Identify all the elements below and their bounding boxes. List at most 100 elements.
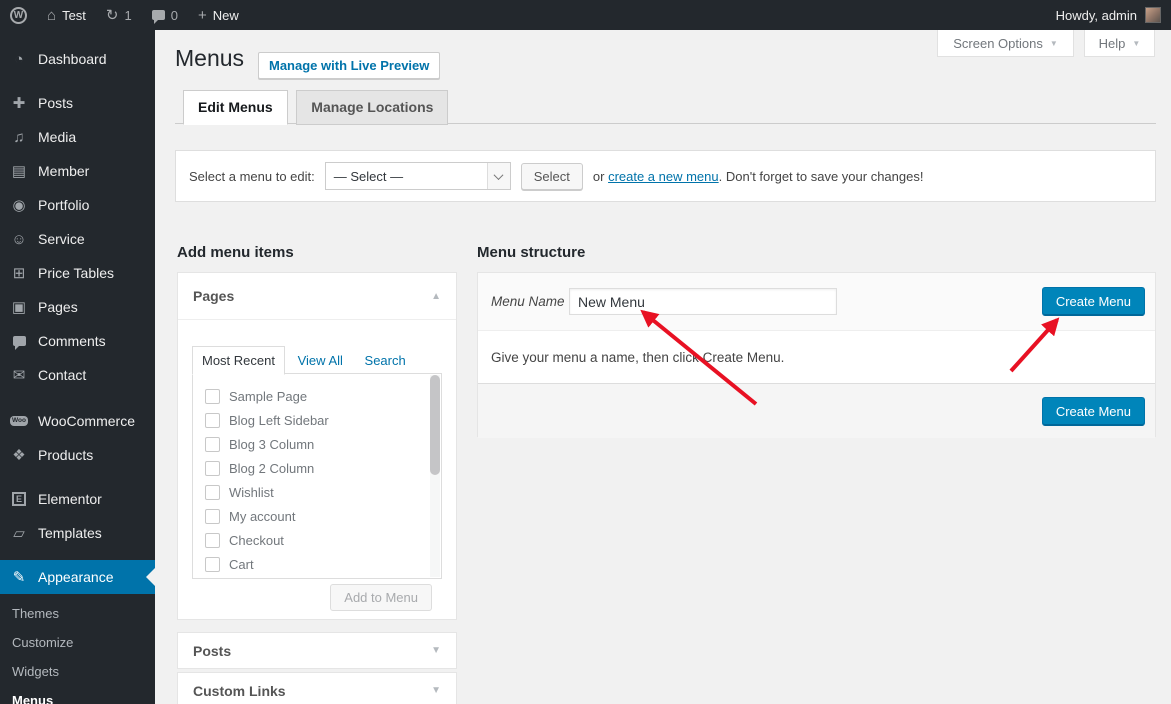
sidebar-item-templates[interactable]: ▱ Templates bbox=[0, 516, 155, 550]
sidebar-item-label: Appearance bbox=[38, 569, 114, 585]
or-text: or create a new menu. Don't forget to sa… bbox=[593, 169, 924, 184]
sidebar-item-label: Templates bbox=[38, 525, 102, 541]
save-reminder-text: . Don't forget to save your changes! bbox=[719, 169, 924, 184]
admin-sidebar: ◔ Dashboard ✚ Posts ♫ Media ▤ Member ◉ P… bbox=[0, 30, 155, 704]
submenu-item-customize[interactable]: Customize bbox=[0, 628, 155, 657]
custom-links-panel: Custom Links ▼ bbox=[177, 672, 457, 704]
wordpress-logo-icon: W bbox=[10, 7, 27, 24]
create-menu-button-top[interactable]: Create Menu bbox=[1042, 287, 1145, 316]
envelope-icon: ✉ bbox=[9, 366, 29, 384]
menu-actions-footer: Create Menu bbox=[478, 383, 1155, 438]
sidebar-item-comments[interactable]: Comments bbox=[0, 324, 155, 358]
posts-panel: Posts ▼ bbox=[177, 632, 457, 669]
manage-with-live-preview-button[interactable]: Manage with Live Preview bbox=[258, 52, 440, 79]
sidebar-item-products[interactable]: ❖ Products bbox=[0, 438, 155, 472]
nav-tabs: Edit Menus Manage Locations bbox=[175, 90, 1156, 124]
woocommerce-icon: Woo bbox=[9, 416, 29, 427]
my-account-menu[interactable]: Howdy, admin bbox=[1056, 0, 1171, 30]
sidebar-item-label: Price Tables bbox=[38, 265, 114, 281]
tab-most-recent[interactable]: Most Recent bbox=[192, 346, 285, 375]
submenu-item-themes[interactable]: Themes bbox=[0, 599, 155, 628]
sidebar-item-service[interactable]: ☺ Service bbox=[0, 222, 155, 256]
site-name-label: Test bbox=[62, 8, 86, 23]
page-item-label: Wishlist bbox=[229, 485, 274, 500]
sidebar-item-label: Comments bbox=[38, 333, 106, 349]
checkbox-sample-page[interactable] bbox=[205, 389, 220, 404]
help-button[interactable]: Help ▼ bbox=[1084, 30, 1155, 57]
page-item-label: Blog 3 Column bbox=[229, 437, 314, 452]
chevron-up-icon: ▲ bbox=[431, 291, 441, 302]
sidebar-item-label: WooCommerce bbox=[38, 413, 135, 429]
sidebar-item-appearance[interactable]: ✎ Appearance bbox=[0, 560, 155, 594]
custom-links-panel-title: Custom Links bbox=[193, 683, 286, 699]
page-item-label: Checkout bbox=[229, 533, 284, 548]
screen-options-label: Screen Options bbox=[953, 36, 1043, 51]
comments-bubble-icon bbox=[9, 336, 29, 346]
custom-links-panel-header[interactable]: Custom Links ▼ bbox=[178, 673, 456, 704]
pages-icon: ▣ bbox=[9, 298, 29, 316]
tab-manage-locations[interactable]: Manage Locations bbox=[296, 90, 448, 125]
create-new-menu-link[interactable]: create a new menu bbox=[608, 169, 719, 184]
tab-view-all[interactable]: View All bbox=[289, 347, 352, 374]
site-name-menu[interactable]: ⌂ Test bbox=[37, 0, 96, 30]
screen-options-button[interactable]: Screen Options ▼ bbox=[937, 30, 1074, 57]
sidebar-item-portfolio[interactable]: ◉ Portfolio bbox=[0, 188, 155, 222]
sidebar-item-dashboard[interactable]: ◔ Dashboard bbox=[0, 42, 155, 76]
folder-icon: ▱ bbox=[9, 524, 29, 542]
pages-list-scrollbar-track bbox=[430, 375, 440, 577]
list-item-blog-2-column: Blog 2 Column bbox=[205, 456, 441, 480]
updates-menu[interactable]: ↻ 1 bbox=[96, 0, 142, 30]
sidebar-item-pages[interactable]: ▣ Pages bbox=[0, 290, 155, 324]
create-menu-button-bottom[interactable]: Create Menu bbox=[1042, 397, 1145, 426]
comments-menu[interactable]: 0 bbox=[142, 0, 188, 30]
page-item-label: Cart bbox=[229, 557, 254, 572]
add-to-menu-button[interactable]: Add to Menu bbox=[330, 584, 432, 611]
user-avatar bbox=[1145, 7, 1161, 23]
new-content-menu[interactable]: + New bbox=[188, 0, 249, 30]
pages-panel-header[interactable]: Pages ▲ bbox=[178, 273, 456, 320]
updates-count: 1 bbox=[124, 8, 131, 23]
submenu-item-menus[interactable]: Menus bbox=[0, 686, 155, 704]
submenu-item-widgets[interactable]: Widgets bbox=[0, 657, 155, 686]
chevron-down-icon: ▼ bbox=[431, 685, 441, 696]
sidebar-item-contact[interactable]: ✉ Contact bbox=[0, 358, 155, 392]
sidebar-item-woocommerce[interactable]: Woo WooCommerce bbox=[0, 404, 155, 438]
select-button[interactable]: Select bbox=[521, 163, 583, 190]
checkbox-blog-2-column[interactable] bbox=[205, 461, 220, 476]
menu-select-bar: Select a menu to edit: — Select — Select… bbox=[175, 150, 1156, 202]
admin-bar: W ⌂ Test ↻ 1 0 + New Howdy, admin bbox=[0, 0, 1171, 30]
updates-icon: ↻ bbox=[106, 8, 119, 23]
new-label: New bbox=[213, 8, 239, 23]
comments-bubble-icon bbox=[152, 10, 165, 20]
checkbox-wishlist[interactable] bbox=[205, 485, 220, 500]
sidebar-item-elementor[interactable]: E Elementor bbox=[0, 482, 155, 516]
page-item-label: Sample Page bbox=[229, 389, 307, 404]
sidebar-item-posts[interactable]: ✚ Posts bbox=[0, 86, 155, 120]
help-label: Help bbox=[1099, 36, 1126, 51]
tab-edit-menus[interactable]: Edit Menus bbox=[183, 90, 288, 125]
sidebar-item-label: Service bbox=[38, 231, 85, 247]
posts-panel-header[interactable]: Posts ▼ bbox=[178, 633, 456, 668]
sidebar-item-media[interactable]: ♫ Media bbox=[0, 120, 155, 154]
chevron-down-icon: ▼ bbox=[1050, 39, 1058, 48]
sidebar-item-member[interactable]: ▤ Member bbox=[0, 154, 155, 188]
home-icon: ⌂ bbox=[47, 8, 56, 23]
wordpress-logo-menu[interactable]: W bbox=[0, 0, 37, 30]
chevron-down-icon: ▼ bbox=[431, 645, 441, 656]
checkbox-checkout[interactable] bbox=[205, 533, 220, 548]
pages-list-scrollbar-thumb[interactable] bbox=[430, 375, 440, 475]
list-item-sample-page: Sample Page bbox=[205, 384, 441, 408]
sidebar-item-label: Member bbox=[38, 163, 89, 179]
tab-search[interactable]: Search bbox=[356, 347, 415, 374]
menu-name-input[interactable] bbox=[569, 288, 837, 315]
posts-panel-title: Posts bbox=[193, 643, 231, 659]
checkbox-blog-3-column[interactable] bbox=[205, 437, 220, 452]
checkbox-my-account[interactable] bbox=[205, 509, 220, 524]
checkbox-cart[interactable] bbox=[205, 557, 220, 572]
howdy-label: Howdy, admin bbox=[1056, 8, 1137, 23]
menu-select-dropdown[interactable]: — Select — bbox=[325, 162, 511, 190]
checkbox-blog-left-sidebar[interactable] bbox=[205, 413, 220, 428]
sidebar-item-price-tables[interactable]: ⊞ Price Tables bbox=[0, 256, 155, 290]
list-item-my-account: My account bbox=[205, 504, 441, 528]
menu-hint-row: Give your menu a name, then click Create… bbox=[478, 331, 1155, 383]
